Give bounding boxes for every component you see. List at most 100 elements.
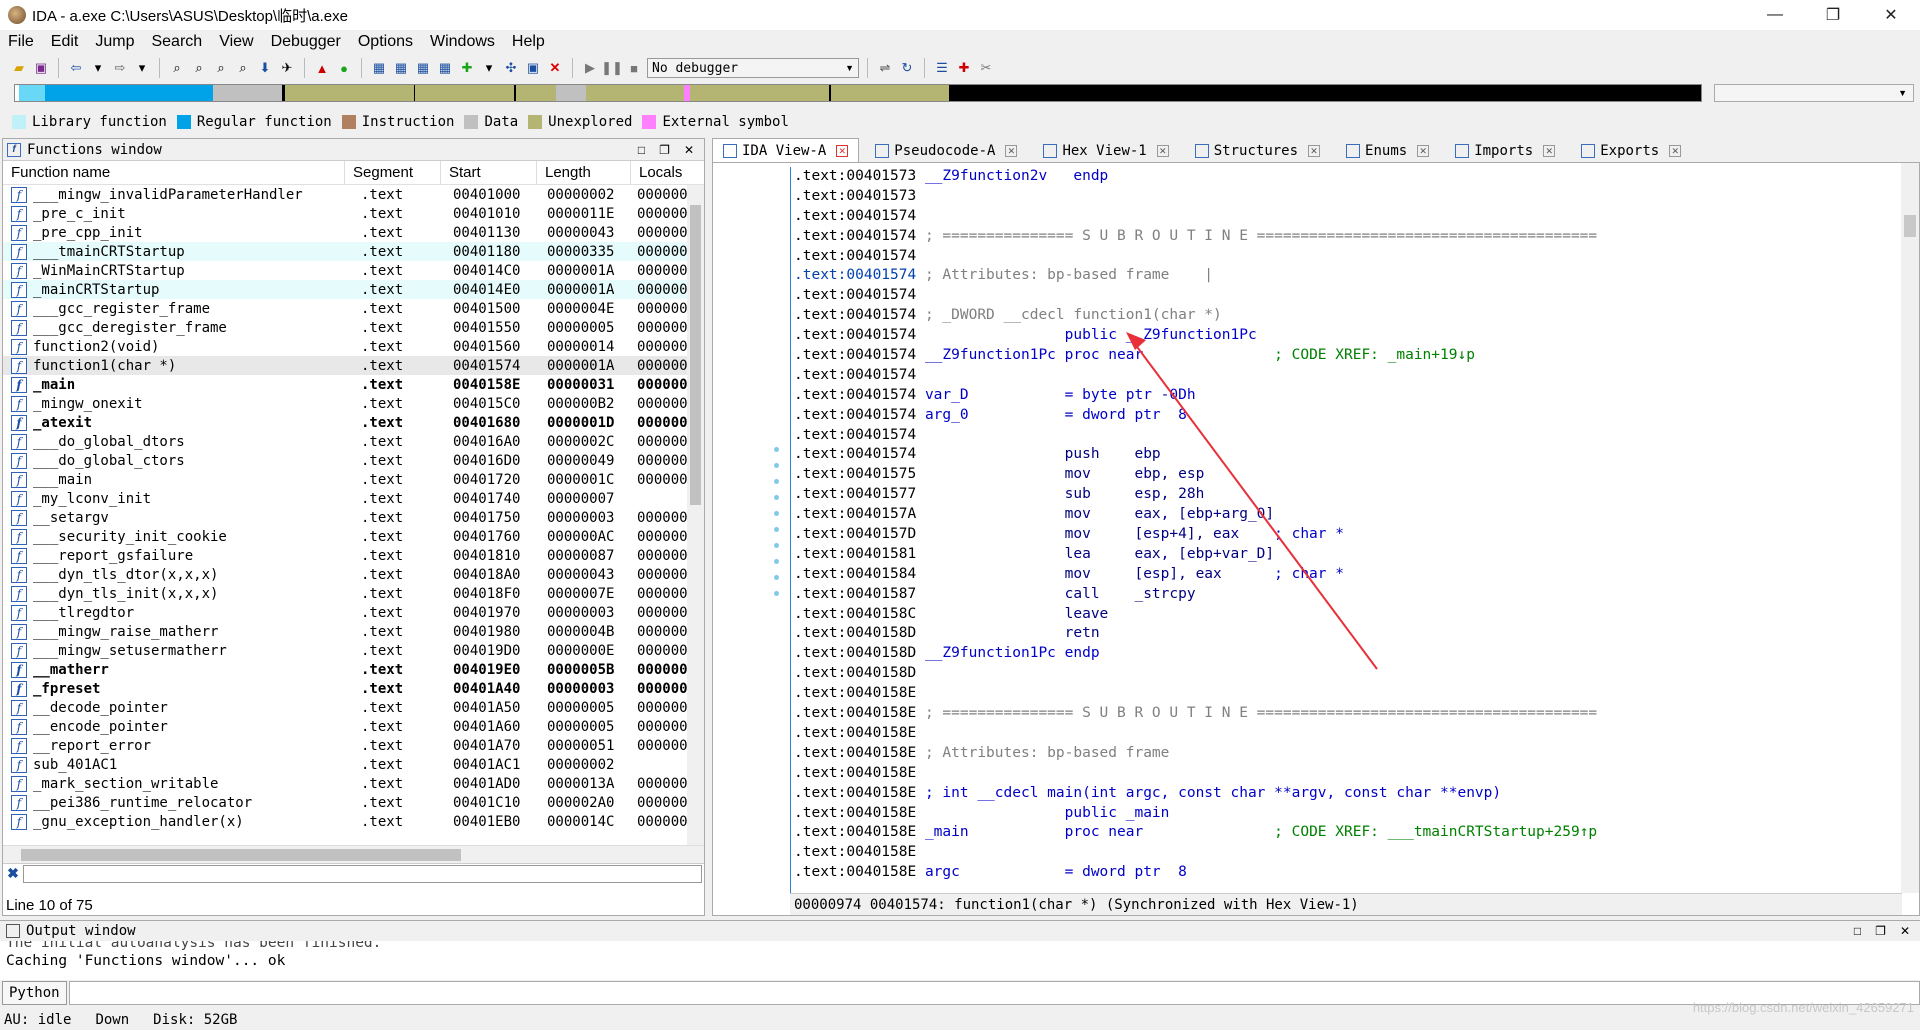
tab-structures[interactable]: Structures ✕: [1185, 140, 1330, 162]
disasm-line[interactable]: .text:00401584 mov [esp], eax ; char *: [791, 565, 1900, 585]
breakpoint-icon[interactable]: ✚: [955, 59, 973, 77]
find-text-icon[interactable]: ⌕: [190, 59, 208, 77]
function-row[interactable]: f ___gcc_deregister_frame .text 00401550 000…: [3, 318, 704, 337]
function-row[interactable]: f ___security_init_cookie .text 00401760 000…: [3, 527, 704, 546]
disasm-line[interactable]: .text:00401587 call _strcpy: [791, 585, 1900, 605]
stop-icon[interactable]: ■: [625, 59, 643, 77]
col-locals[interactable]: Locals: [631, 161, 691, 184]
function-row[interactable]: f ___gcc_register_frame .text 00401500 00000…: [3, 299, 704, 318]
disasm-line[interactable]: .text:0040158E ; int __cdecl main(int ar…: [791, 784, 1900, 804]
make-data-icon[interactable]: ▦: [392, 59, 410, 77]
disasm-line[interactable]: .text:0040158E: [791, 764, 1900, 784]
function-row[interactable]: f _atexit .text 00401680 0000001D 000000: [3, 413, 704, 432]
close-tab-icon[interactable]: ✕: [1156, 145, 1169, 157]
patch-icon[interactable]: ▣: [524, 59, 542, 77]
disasm-line[interactable]: .text:0040157A mov eax, [ebp+arg_0]: [791, 505, 1900, 525]
forward-dropdown-icon[interactable]: ▾: [133, 59, 151, 77]
menu-help[interactable]: Help: [512, 33, 545, 51]
minimize-button[interactable]: —: [1746, 0, 1804, 30]
navigation-band-dropdown[interactable]: ▼: [1714, 84, 1914, 102]
python-command-input[interactable]: [68, 981, 1920, 1005]
disasm-line[interactable]: .text:0040158D __Z9function1Pc endp: [791, 644, 1900, 664]
disasm-line[interactable]: .text:00401574: [791, 247, 1900, 267]
close-tab-icon[interactable]: ✕: [1005, 145, 1018, 157]
disassembly-vertical-scrollbar[interactable]: [1901, 163, 1919, 893]
menu-debugger[interactable]: Debugger: [271, 33, 341, 51]
function-row[interactable]: f _pre_c_init .text 00401010 0000011E 0000001: [3, 204, 704, 223]
disasm-line[interactable]: .text:00401574 ; Attributes: bp-based fr…: [791, 266, 1900, 286]
function-row[interactable]: f ___report_gsfailure .text 00401810 0000008…: [3, 546, 704, 565]
function-row[interactable]: f __encode_pointer .text 00401A60 00000005 00…: [3, 717, 704, 736]
col-function-name[interactable]: Function name: [3, 161, 345, 184]
menu-windows[interactable]: Windows: [430, 33, 495, 51]
disasm-line[interactable]: .text:0040158E ; =============== S U B R…: [791, 704, 1900, 724]
float-window-icon[interactable]: □: [638, 143, 645, 157]
close-tab-icon[interactable]: ✕: [836, 144, 849, 157]
disasm-line[interactable]: .text:00401574: [791, 207, 1900, 227]
function-row[interactable]: f function1(char *) .text 00401574 0000001A 0…: [3, 356, 704, 375]
disasm-line[interactable]: .text:0040158C leave: [791, 605, 1900, 625]
disasm-line[interactable]: .text:00401577 sub esp, 28h: [791, 485, 1900, 505]
function-row[interactable]: f ___mingw_raise_matherr .text 00401980 0000…: [3, 622, 704, 641]
scrollbar-thumb[interactable]: [21, 849, 461, 861]
disasm-line[interactable]: .text:00401574: [791, 286, 1900, 306]
disasm-line[interactable]: .text:00401574: [791, 426, 1900, 446]
find-binary-icon[interactable]: ⌕: [168, 59, 186, 77]
disasm-line[interactable]: .text:00401574: [791, 366, 1900, 386]
tab-imports[interactable]: Imports ✕: [1445, 140, 1565, 162]
back-arrow-icon[interactable]: ⇦: [67, 59, 85, 77]
disasm-line[interactable]: .text:0040158D: [791, 664, 1900, 684]
restore-window-icon[interactable]: ❐: [659, 143, 670, 157]
function-row[interactable]: f ___tmainCRTStartup .text 00401180 00000335…: [3, 242, 704, 261]
menu-search[interactable]: Search: [151, 33, 202, 51]
pause-icon[interactable]: ❚❚: [601, 59, 623, 77]
tab-pseudocode-a[interactable]: Pseudocode-A ✕: [865, 140, 1027, 162]
function-row[interactable]: f ___dyn_tls_init(x,x,x) .text 004018F0 0000…: [3, 584, 704, 603]
function-row[interactable]: f ___mingw_invalidParameterHandler .text 00…: [3, 185, 704, 204]
debugger-select[interactable]: No debugger ▼: [647, 58, 859, 78]
function-row[interactable]: f ___mingw_setusermatherr .text 004019D0 000…: [3, 641, 704, 660]
col-start[interactable]: Start: [441, 161, 537, 184]
function-row[interactable]: f ___do_global_dtors .text 004016A0 0000002C…: [3, 432, 704, 451]
jump-down-icon[interactable]: ⬇: [256, 59, 274, 77]
menu-view[interactable]: View: [219, 33, 253, 51]
green-circle-icon[interactable]: ●: [335, 59, 353, 77]
disasm-line[interactable]: .text:00401573 __Z9function2v endp: [791, 167, 1900, 187]
navigation-band[interactable]: [14, 84, 1702, 102]
tools-icon[interactable]: ✂: [977, 59, 995, 77]
disasm-line[interactable]: .text:0040157D mov [esp+4], eax ; char *: [791, 525, 1900, 545]
close-window-icon[interactable]: ✕: [1900, 924, 1910, 938]
function-row[interactable]: f __pei386_runtime_relocator .text 00401C10…: [3, 793, 704, 812]
disasm-line[interactable]: .text:0040158E: [791, 684, 1900, 704]
scrollbar-thumb[interactable]: [690, 205, 701, 505]
find-next-icon[interactable]: ⌕: [212, 59, 230, 77]
function-row[interactable]: f _main .text 0040158E 00000031 000000: [3, 375, 704, 394]
disasm-line[interactable]: .text:00401574 ; =============== S U B R…: [791, 227, 1900, 247]
function-row[interactable]: f _pre_cpp_init .text 00401130 00000043 00000…: [3, 223, 704, 242]
close-tab-icon[interactable]: ✕: [1669, 145, 1682, 157]
attach-process-icon[interactable]: ⇌: [876, 59, 894, 77]
menu-jump[interactable]: Jump: [95, 33, 134, 51]
menu-options[interactable]: Options: [358, 33, 413, 51]
disasm-line[interactable]: .text:00401575 mov ebp, esp: [791, 465, 1900, 485]
disasm-line[interactable]: .text:00401574 var_D = byte ptr -0Dh: [791, 386, 1900, 406]
close-tab-icon[interactable]: ✕: [1417, 145, 1430, 157]
function-row[interactable]: f __decode_pointer .text 00401A50 00000005 00…: [3, 698, 704, 717]
tab-hex-view-1[interactable]: Hex View-1 ✕: [1033, 140, 1178, 162]
function-row[interactable]: f _gnu_exception_handler(x) .text 00401EB0 0…: [3, 812, 704, 831]
restore-window-icon[interactable]: ❐: [1875, 924, 1886, 938]
function-row[interactable]: f _mainCRTStartup .text 004014E0 0000001A 000…: [3, 280, 704, 299]
disasm-line[interactable]: .text:00401574 __Z9function1Pc proc near…: [791, 346, 1900, 366]
disasm-line[interactable]: .text:0040158E public _main: [791, 804, 1900, 824]
function-row[interactable]: f _mingw_onexit .text 004015C0 000000B2 00000…: [3, 394, 704, 413]
undefine-icon[interactable]: ✕: [546, 59, 564, 77]
function-row[interactable]: f _my_lconv_init .text 00401740 00000007: [3, 489, 704, 508]
close-button[interactable]: ✕: [1862, 0, 1920, 30]
forward-arrow-icon[interactable]: ⇨: [111, 59, 129, 77]
tab-exports[interactable]: Exports ✕: [1571, 140, 1691, 162]
graph-view-icon[interactable]: ▲: [313, 59, 331, 77]
close-tab-icon[interactable]: ✕: [1308, 145, 1321, 157]
python-language-button[interactable]: Python: [2, 981, 67, 1005]
save-icon[interactable]: ▣: [32, 59, 50, 77]
disasm-line[interactable]: .text:0040158E argc = dword ptr 8: [791, 863, 1900, 883]
